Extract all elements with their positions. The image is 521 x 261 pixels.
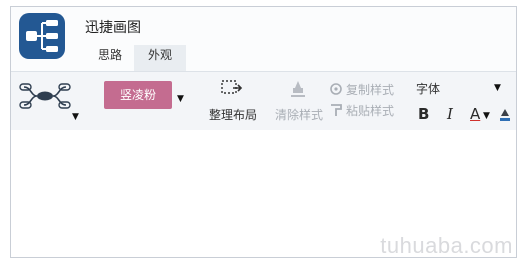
bold-button[interactable]: B xyxy=(418,105,429,123)
italic-button[interactable]: I xyxy=(447,105,453,123)
font-family-dropdown-icon[interactable]: ▼ xyxy=(494,83,501,93)
font-color-dropdown-icon[interactable]: ▼ xyxy=(483,111,490,121)
copy-style-icon xyxy=(329,81,343,100)
font-color-button[interactable]: A xyxy=(470,105,480,123)
clear-style-icon xyxy=(288,79,308,103)
paste-style-label: 粘贴样式 xyxy=(346,104,395,118)
copy-style-label: 复制样式 xyxy=(346,83,395,97)
tidy-layout-label[interactable]: 整理布局 xyxy=(209,106,257,123)
structure-dropdown-icon[interactable]: ▼ xyxy=(72,112,79,122)
theme-color-dropdown-icon[interactable]: ▼ xyxy=(177,94,184,104)
mindmap-app-icon xyxy=(19,13,65,59)
tab-appearance[interactable]: 外观 xyxy=(134,45,186,71)
tab-ideas[interactable]: 思路 xyxy=(93,45,127,71)
clear-style-label: 清除样式 xyxy=(275,108,324,122)
paste-style-icon xyxy=(329,102,343,121)
fill-color-icon[interactable] xyxy=(499,106,511,126)
app-title: 迅捷画图 xyxy=(85,20,141,36)
font-family-select[interactable]: 字体 xyxy=(416,80,440,97)
theme-color-button[interactable]: 竖凌粉 xyxy=(104,81,172,109)
ribbon-toolbar: ▼ 竖凌粉 ▼ 整理布局 清除样式 复制样式 粘贴样式 字体 ▼ B I A ▼ xyxy=(11,71,516,131)
structure-button[interactable] xyxy=(19,82,71,114)
app-window: 迅捷画图 思路 外观 ▼ 竖凌粉 ▼ 整理布局 清除样式 复制样式 粘贴样式 字… xyxy=(10,6,517,258)
mindmap-structure-icon xyxy=(19,83,71,109)
tidy-layout-icon[interactable] xyxy=(221,79,243,101)
watermark: tuhuaba.com xyxy=(380,233,513,258)
